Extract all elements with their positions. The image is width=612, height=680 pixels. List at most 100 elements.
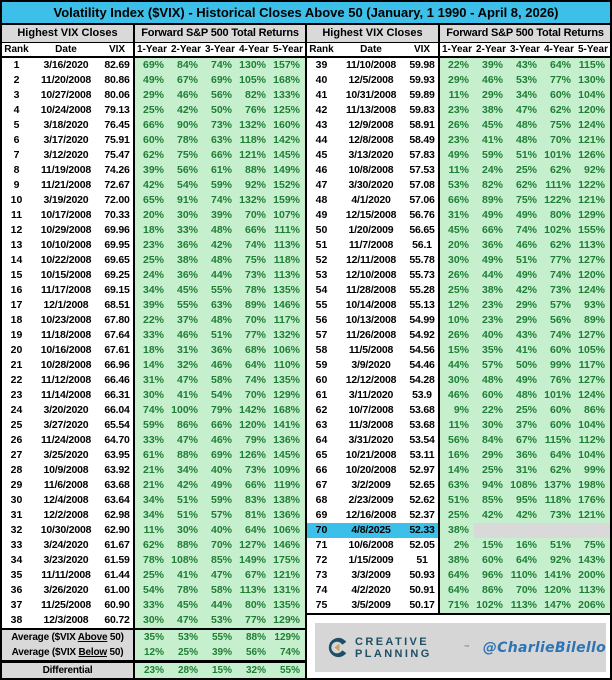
rank-cell: 67 xyxy=(307,478,336,493)
return-2y-cell: 40% xyxy=(474,328,508,343)
vix-cell: 63.64 xyxy=(101,493,135,508)
return-4y-cell: 77% xyxy=(237,613,271,628)
return-2y-cell: 96% xyxy=(474,568,508,583)
date-cell: 11/18/2008 xyxy=(31,328,101,343)
return-5y-cell: 124% xyxy=(576,118,610,133)
average-above-value-cell: 129% xyxy=(271,630,305,645)
return-2y-cell: 88% xyxy=(169,448,203,463)
return-3y-cell: 110% xyxy=(508,568,542,583)
table-row: 211/20/200880.8649%67%69%105%168% xyxy=(2,73,305,88)
vix-cell: 70.33 xyxy=(101,208,135,223)
return-5y-cell: 121% xyxy=(576,133,610,148)
table-row: 6510/21/200853.1116%29%36%64%104% xyxy=(307,448,610,463)
return-3y-cell: 16% xyxy=(508,538,542,553)
vix-cell: 55.13 xyxy=(406,298,440,313)
return-1y-cell: 33% xyxy=(135,328,169,343)
return-3y-cell: 34% xyxy=(508,88,542,103)
date-cell: 4/2/2020 xyxy=(336,583,406,598)
return-2y-cell: 29% xyxy=(474,448,508,463)
return-1y-cell: 46% xyxy=(440,388,474,403)
return-1y-cell: 16% xyxy=(440,448,474,463)
date-cell: 3/30/2020 xyxy=(336,178,406,193)
col-header-date: Date xyxy=(31,43,101,56)
return-2y-cell: 36% xyxy=(169,238,203,253)
return-2y-cell: 75% xyxy=(169,148,203,163)
return-4y-cell: 60% xyxy=(542,403,576,418)
differential-row: Differential 23%28%15%32%55% xyxy=(2,660,305,679)
return-1y-cell: 10% xyxy=(440,313,474,328)
vix-cell: 57.83 xyxy=(406,148,440,163)
return-2y-cell: 23% xyxy=(474,313,508,328)
return-2y-cell: 41% xyxy=(169,388,203,403)
return-2y-cell: 84% xyxy=(169,58,203,73)
return-3y-cell: 36% xyxy=(203,343,237,358)
rank-cell: 8 xyxy=(2,163,31,178)
date-cell: 10/8/2008 xyxy=(336,163,406,178)
return-4y-cell: 64% xyxy=(237,523,271,538)
vix-cell: 54.28 xyxy=(406,373,440,388)
return-3y-cell: 25% xyxy=(508,163,542,178)
return-4y-cell: 77% xyxy=(542,253,576,268)
return-3y-cell: 67% xyxy=(508,433,542,448)
return-2y-cell: 29% xyxy=(474,88,508,103)
date-cell: 10/6/2008 xyxy=(336,538,406,553)
return-1y-cell: 65% xyxy=(135,193,169,208)
label-text: Average ($VIX xyxy=(11,632,78,643)
return-1y-cell: 11% xyxy=(135,523,169,538)
return-5y-cell: 127% xyxy=(576,328,610,343)
return-5y-cell: 138% xyxy=(271,493,305,508)
rank-cell: 32 xyxy=(2,523,31,538)
average-above-value-cell: 55% xyxy=(203,630,237,645)
date-cell: 11/20/2008 xyxy=(31,73,101,88)
date-cell: 3/25/2020 xyxy=(31,448,101,463)
return-5y-cell: 113% xyxy=(576,238,610,253)
date-cell: 3/19/2020 xyxy=(31,193,101,208)
table-row: 1510/15/200869.2524%36%44%73%113% xyxy=(2,268,305,283)
return-3y-cell: 59% xyxy=(203,178,237,193)
table-row: 3210/30/200862.9011%30%40%64%106% xyxy=(2,523,305,538)
average-above-value-cell: 35% xyxy=(135,630,169,645)
return-3y-cell: 50% xyxy=(508,358,542,373)
vix-cell: 56.65 xyxy=(406,223,440,238)
return-5y-cell: 112% xyxy=(576,433,610,448)
return-2y-cell: 46% xyxy=(169,88,203,103)
return-5y-cell: 127% xyxy=(576,373,610,388)
rank-cell: 53 xyxy=(307,268,336,283)
return-1y-cell: 34% xyxy=(135,508,169,523)
col-header-4-year: 4-Year xyxy=(542,43,576,56)
return-4y-cell: 132% xyxy=(237,118,271,133)
return-1y-cell: 66% xyxy=(440,193,474,208)
vix-cell: 52.65 xyxy=(406,478,440,493)
date-cell: 10/7/2008 xyxy=(336,403,406,418)
return-4y-cell: 60% xyxy=(542,418,576,433)
return-2y-cell: 91% xyxy=(169,193,203,208)
return-5y-cell: 75% xyxy=(576,538,610,553)
return-1y-cell: 26% xyxy=(440,118,474,133)
table-row: 6311/3/200853.6811%30%37%60%104% xyxy=(307,418,610,433)
return-2y-cell: 108% xyxy=(169,553,203,568)
date-cell: 11/25/2008 xyxy=(31,598,101,613)
date-cell: 12/5/2008 xyxy=(336,73,406,88)
average-below-label: Average ($VIX Below 50) xyxy=(2,645,135,660)
return-1y-cell: 39% xyxy=(135,298,169,313)
return-2y-cell: 78% xyxy=(169,583,203,598)
vix-cell: 61.00 xyxy=(101,583,135,598)
return-2y-cell: 34% xyxy=(169,463,203,478)
brand-name: CREATIVE PLANNING xyxy=(355,636,461,660)
return-5y-cell: 120% xyxy=(576,103,610,118)
return-2y-cell: 60% xyxy=(474,388,508,403)
average-below-value-cell: 56% xyxy=(237,645,271,660)
return-4y-cell: 120% xyxy=(237,418,271,433)
return-1y-cell: 25% xyxy=(135,568,169,583)
return-1y-cell: 2% xyxy=(440,538,474,553)
table-row: 103/19/202072.0065%91%74%132%159% xyxy=(2,193,305,208)
rank-cell: 3 xyxy=(2,88,31,103)
rank-cell: 66 xyxy=(307,463,336,478)
rank-cell: 48 xyxy=(307,193,336,208)
return-3y-cell: 51% xyxy=(508,148,542,163)
return-4y-cell: 66% xyxy=(237,478,271,493)
vix-cell: 58.91 xyxy=(406,118,440,133)
return-3y-cell: 46% xyxy=(203,358,237,373)
return-1y-cell: 38% xyxy=(440,553,474,568)
date-cell: 10/22/2008 xyxy=(31,253,101,268)
